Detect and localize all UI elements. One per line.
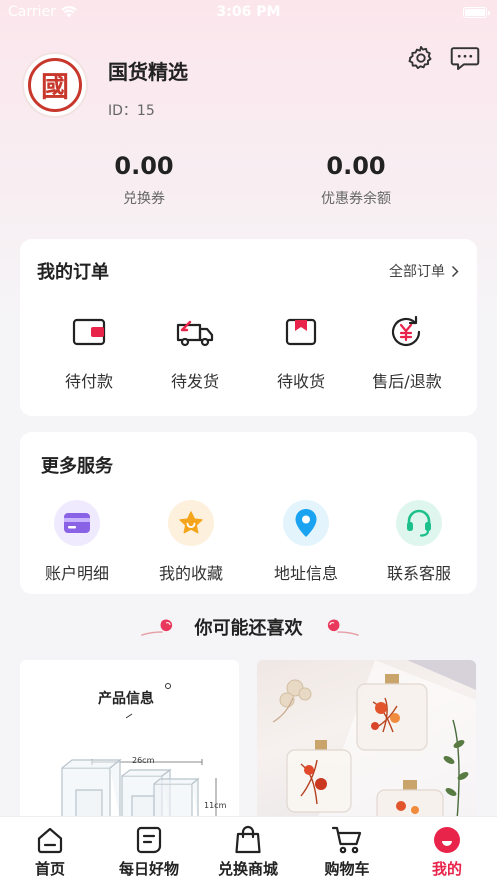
order-pending-shipment[interactable]: 待发货 [140, 310, 250, 392]
product-image [272, 660, 476, 820]
service-favorites[interactable]: 我的收藏 [136, 500, 246, 584]
services-title: 更多服务 [41, 456, 113, 477]
product-card[interactable]: 产品信息 26cm 11cm [20, 660, 239, 820]
status-bar: Carrier 3:06 PM [0, 0, 497, 26]
gear-icon [408, 45, 432, 70]
daily-icon [136, 826, 162, 854]
coupon-balance-stat[interactable]: 0.00 优惠券余额 [256, 152, 456, 208]
tab-profile-label: 我的 [431, 860, 462, 878]
order-pending-payment-label: 待付款 [64, 372, 113, 391]
shop-id: ID：15 [108, 103, 155, 119]
service-address-label: 地址信息 [273, 564, 338, 583]
flower-decoration-right-icon [327, 619, 359, 636]
home-icon [37, 827, 63, 854]
cart-icon [332, 826, 362, 854]
truck-icon [176, 320, 214, 347]
product-height-label: 11cm [204, 801, 227, 810]
product-width-label: 26cm [132, 756, 155, 765]
tab-profile[interactable]: 我的 [397, 825, 497, 879]
wallet-stats: 0.00 兑换券 0.00 优惠券余额 [20, 152, 477, 218]
status-time: 3:06 PM [216, 4, 281, 20]
wallet-icon [72, 318, 106, 346]
product-card[interactable] [257, 660, 476, 820]
refund-icon [391, 315, 421, 347]
coupon-balance-value: 0.00 [326, 152, 386, 180]
tab-bar: 首页 每日好物 兑换商城 购物车 我的 [0, 816, 497, 883]
order-pending-receipt-label: 待收货 [276, 372, 325, 391]
order-after-sales-label: 售后/退款 [372, 372, 442, 391]
messages-button[interactable] [449, 42, 481, 74]
all-orders-link[interactable]: 全部订单 [389, 261, 459, 281]
all-orders-label: 全部订单 [389, 264, 445, 280]
service-customer-support-label: 联系客服 [386, 564, 451, 583]
coupon-balance-label: 优惠券余额 [321, 191, 391, 207]
tab-home[interactable]: 首页 [0, 825, 100, 879]
shop-name: 国货精选 [108, 60, 188, 84]
service-customer-support[interactable]: 联系客服 [364, 500, 474, 584]
headset-icon [407, 509, 431, 537]
package-icon [285, 318, 317, 346]
avatar[interactable]: 國 [22, 52, 88, 118]
chat-bubble-icon [450, 47, 480, 70]
order-pending-shipment-label: 待发货 [170, 372, 219, 391]
voucher-value: 0.00 [114, 152, 174, 180]
product-image [61, 683, 217, 820]
avatar-logo: 國 [28, 58, 82, 112]
chevron-right-icon [451, 265, 459, 277]
tab-daily-picks-label: 每日好物 [118, 860, 179, 878]
profile-icon [434, 827, 460, 853]
recommend-title: 你可能还喜欢 [194, 618, 303, 639]
settings-button[interactable] [405, 42, 437, 74]
star-icon [179, 511, 203, 534]
tab-exchange-mall[interactable]: 兑换商城 [198, 825, 298, 879]
orders-title: 我的订单 [37, 262, 109, 283]
service-favorites-label: 我的收藏 [158, 564, 223, 583]
tab-daily-picks[interactable]: 每日好物 [99, 825, 199, 879]
bag-icon [235, 825, 261, 854]
order-after-sales[interactable]: 售后/退款 [352, 310, 462, 392]
order-pending-receipt[interactable]: 待收货 [246, 310, 356, 392]
tab-exchange-mall-label: 兑换商城 [217, 860, 278, 878]
order-pending-payment[interactable]: 待付款 [34, 310, 144, 392]
voucher-stat[interactable]: 0.00 兑换券 [44, 152, 244, 208]
voucher-label: 兑换券 [123, 191, 165, 207]
location-icon [295, 509, 317, 537]
tab-cart-label: 购物车 [324, 860, 370, 878]
service-address[interactable]: 地址信息 [251, 500, 361, 584]
service-account-details[interactable]: 账户明细 [22, 500, 132, 584]
services-card: 更多服务 账户明细 我的收藏 地址信息 联系客服 [20, 432, 477, 594]
orders-card: 我的订单 全部订单 待付款 待发货 待收货 售后/退款 [20, 239, 477, 416]
tab-cart[interactable]: 购物车 [297, 825, 397, 879]
card-icon [64, 513, 90, 533]
tab-home-label: 首页 [34, 860, 65, 878]
service-account-details-label: 账户明细 [44, 564, 109, 583]
battery-icon [463, 7, 490, 18]
